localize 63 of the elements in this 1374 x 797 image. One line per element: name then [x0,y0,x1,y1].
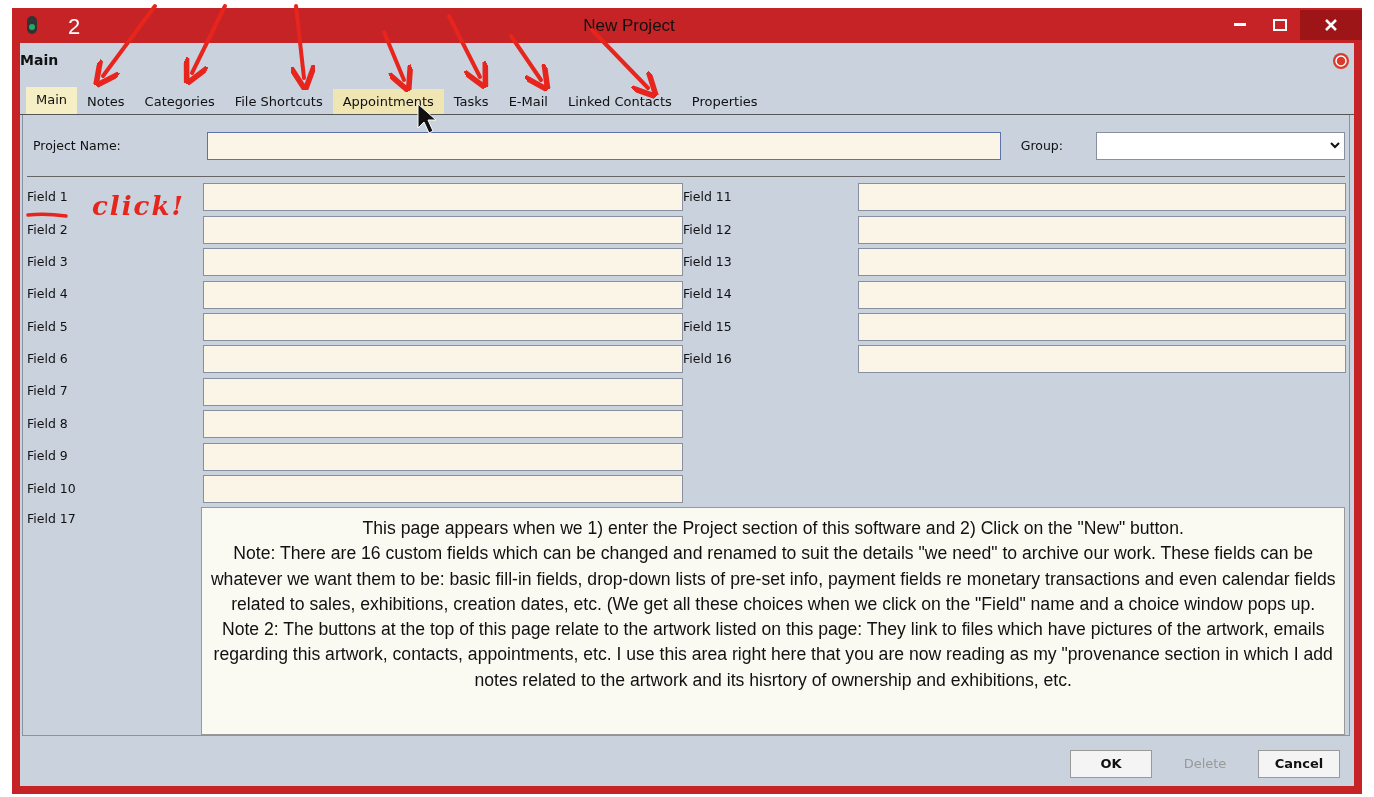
field-label[interactable]: Field 3 [27,253,68,269]
field-label: Field 17 [27,510,77,528]
input-field[interactable] [858,345,1346,374]
field-label: Project Name: [32,136,122,155]
field-label[interactable]: Field 9 [27,448,68,464]
input-field[interactable] [203,280,683,309]
field-label[interactable]: Field 6 [27,351,68,367]
annotation-arrow [382,30,414,94]
input-field[interactable] [203,410,683,439]
field-label[interactable]: Field 4 [27,286,68,302]
field-label[interactable]: Field 15 [683,318,732,334]
tab[interactable]: Linked Contacts [557,89,682,115]
dialog-button[interactable]: Cancel [1258,750,1340,778]
group-dropdown[interactable] [1095,132,1345,160]
field-label[interactable]: Field 8 [27,415,68,431]
window-title: New Project [583,14,675,37]
field-label[interactable]: Field 13 [683,253,732,269]
field-label[interactable]: Field 12 [683,221,732,237]
field-label[interactable]: Field 16 [683,351,732,367]
maximize-icon [1273,19,1287,32]
tab[interactable]: Tasks [443,89,499,115]
input-field[interactable] [203,313,683,342]
field-label[interactable]: Field 1 [27,189,68,205]
tab[interactable]: File Shortcuts [224,89,333,115]
input-field[interactable] [858,183,1346,212]
tab[interactable]: Categories [134,89,225,115]
close-button[interactable] [1300,10,1362,41]
tab[interactable]: Main [26,87,78,115]
tab[interactable]: Properties [681,89,768,115]
section-header: Main [20,51,59,71]
field-label: Group: [1019,136,1065,155]
dialog-button[interactable]: OK [1070,750,1152,778]
input-field[interactable] [203,442,683,471]
annotation-number: 2 [68,13,81,41]
field-label[interactable]: Field 14 [683,286,732,302]
minimize-icon [1234,23,1246,28]
close-icon [1324,18,1338,33]
input-field[interactable] [203,377,683,406]
input-field[interactable] [858,215,1346,244]
app-icon [26,15,38,36]
input-field[interactable] [203,475,683,503]
input-field[interactable] [203,183,683,212]
input-field[interactable] [858,248,1346,277]
input-field[interactable] [858,280,1346,309]
tab[interactable]: Notes [77,89,135,115]
field-label[interactable]: Field 5 [27,318,68,334]
help-icon[interactable] [1332,52,1350,70]
chevron-icon [1330,142,1340,150]
project-name-field[interactable] [206,132,1001,160]
field-label[interactable]: Field 10 [27,480,76,496]
tab[interactable]: E-Mail [498,89,558,115]
tab[interactable]: Appointments [332,89,444,115]
input-field[interactable] [858,313,1346,342]
annotation-note: click! [92,190,185,223]
field-label[interactable]: Field 2 [27,221,68,237]
annotation-arrow [509,34,551,93]
input-field[interactable] [203,215,683,244]
input-field[interactable] [203,248,683,277]
notes-text-area[interactable]: This page appears when we 1) enter the Project section of this software and 2) Click on the "New" button. Note: There are 16 custom fields which can be changed and renamed to suit the details "we need" to archive our work. These fields can be whatever we want them to be: basic fill-in fields, drop-down lists of pre-set info, payment fields re monetary transactions and even calendar fields related to sales, exhibitions, creation dates, etc. (We get all these choices when we click on the "Field" name and a choice window pops up. Note 2: The buttons at the top of this page relate to the artwork listed on this page: They link to files which have pictures of the artwork, emails regarding this artwork, contacts, appointments, etc. I use this area right here that you are now reading as my "provenance section in which I add notes related to the artwork and its hisrtory of ownership and exhibitions, etc. [201,507,1345,735]
annotation-underline [26,212,68,218]
input-field[interactable] [203,345,683,374]
field-label[interactable]: Field 11 [683,189,732,205]
field-label[interactable]: Field 7 [27,383,68,399]
